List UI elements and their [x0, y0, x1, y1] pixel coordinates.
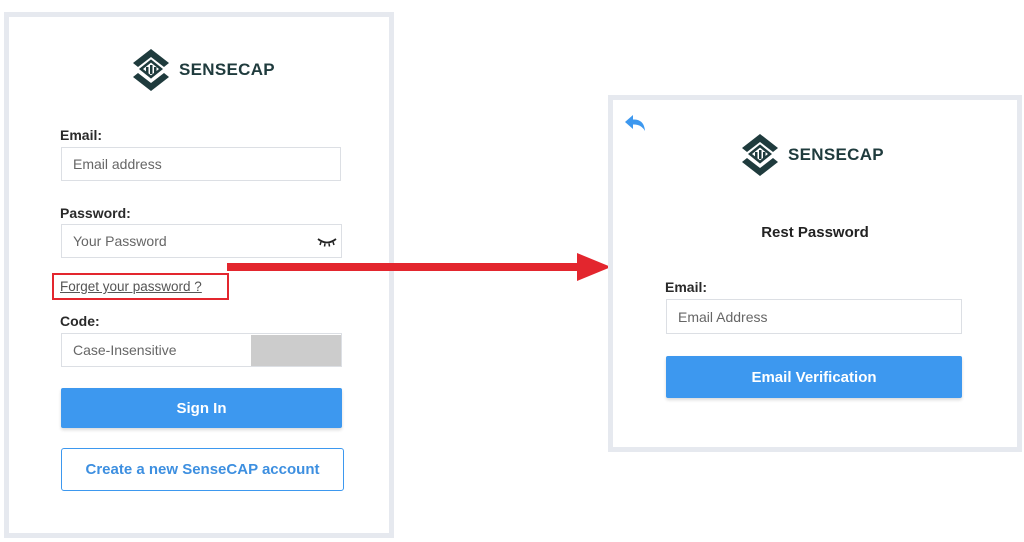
brand-name: SENSECAP: [179, 60, 275, 79]
email-field[interactable]: [62, 148, 340, 180]
create-account-button[interactable]: Create a new SenseCAP account: [61, 448, 344, 491]
brand-name: SENSECAP: [788, 145, 884, 164]
back-arrow-icon[interactable]: [624, 114, 646, 132]
email-verification-button[interactable]: Email Verification: [666, 356, 962, 398]
reset-email-field[interactable]: [667, 300, 961, 333]
page-title: Rest Password: [761, 224, 869, 241]
right-arrow-annotation: [227, 253, 611, 281]
eye-closed-icon[interactable]: [316, 234, 338, 248]
sign-in-button[interactable]: Sign In: [61, 388, 342, 428]
code-field[interactable]: [62, 334, 252, 366]
sensecap-logo-icon: [742, 134, 778, 176]
forgot-password-link[interactable]: Forget your password ?: [60, 279, 202, 294]
reset-password-panel: SENSECAP Rest Password Email: Email Veri…: [608, 95, 1022, 452]
code-field-wrapper: [61, 333, 342, 367]
brand-logo: SENSECAP: [740, 132, 884, 178]
code-label: Code:: [60, 313, 100, 329]
brand-logo: SENSECAP: [131, 47, 275, 93]
captcha-image[interactable]: [251, 335, 341, 366]
sensecap-logo-icon: [133, 49, 169, 91]
reset-email-field-wrapper: [666, 299, 962, 334]
email-label: Email:: [665, 279, 708, 295]
password-label: Password:: [60, 205, 131, 221]
email-label: Email:: [60, 127, 103, 143]
email-field-wrapper: [61, 147, 341, 181]
forgot-password-highlight: Forget your password ?: [52, 273, 229, 300]
